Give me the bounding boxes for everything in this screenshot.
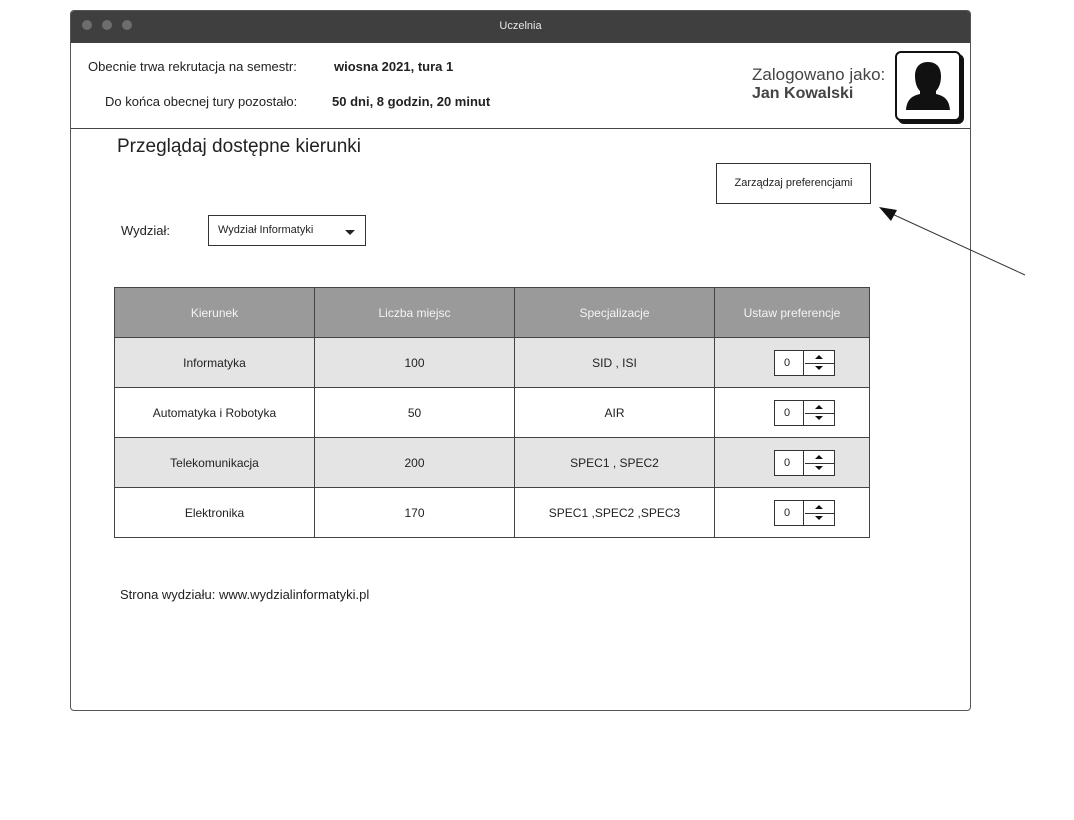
cell-seats: 100 [314,337,515,388]
preference-stepper[interactable]: 0 [774,349,835,376]
department-label: Wydział: [121,223,171,238]
table-row: Elektronika 170 SPEC1 ,SPEC2 ,SPEC3 0 [114,487,870,538]
manage-preferences-button[interactable]: Zarządzaj preferencjami [716,163,871,204]
decrement-button[interactable] [805,513,834,525]
cell-specs: SID , ISI [514,337,715,388]
recruitment-label: Obecnie trwa rekrutacja na semestr: [88,59,297,74]
cell-field-name: Elektronika [114,487,315,538]
column-header-seats: Liczba miejsc [314,287,515,338]
arrow-up-icon [815,354,823,359]
header: Obecnie trwa rekrutacja na semestr: wios… [71,43,970,129]
preference-value[interactable]: 0 [775,350,804,375]
cell-preference: 0 [714,487,870,538]
cell-seats: 50 [314,387,515,438]
fields-table: Kierunek Liczba miejsc Specjalizacje Ust… [114,287,870,538]
recruitment-value: wiosna 2021, tura 1 [334,59,454,74]
cell-preference: 0 [714,387,870,438]
department-select[interactable]: Wydział Informatyki [208,215,366,246]
minimize-window-button[interactable] [102,20,112,30]
cell-seats: 170 [314,487,515,538]
chevron-down-icon [345,230,355,235]
arrow-up-icon [815,404,823,409]
remaining-value: 50 dni, 8 godzin, 20 minut [332,94,491,109]
preference-value[interactable]: 0 [775,400,804,425]
app-window: Uczelnia Obecnie trwa rekrutacja na seme… [70,10,971,711]
remaining-label: Do końca obecnej tury pozostało: [105,94,298,109]
department-selected-value: Wydział Informatyki [218,224,314,236]
table-header-row: Kierunek Liczba miejsc Specjalizacje Ust… [114,287,870,338]
column-header-name: Kierunek [114,287,315,338]
cell-specs: SPEC1 , SPEC2 [514,437,715,488]
preference-value[interactable]: 0 [775,500,804,525]
table-row: Telekomunikacja 200 SPEC1 , SPEC2 0 [114,437,870,488]
arrow-down-icon [815,365,823,370]
preference-stepper[interactable]: 0 [774,499,835,526]
decrement-button[interactable] [805,463,834,475]
close-window-button[interactable] [82,20,92,30]
preference-stepper[interactable]: 0 [774,449,835,476]
window-title: Uczelnia [499,20,542,32]
column-header-preference: Ustaw preferencje [714,287,870,338]
department-website: Strona wydziału: www.wydzialinformatyki.… [120,587,369,602]
logged-in-label: Zalogowano jako: [752,65,886,84]
preference-stepper[interactable]: 0 [774,399,835,426]
arrow-down-icon [815,465,823,470]
preference-value[interactable]: 0 [775,450,804,475]
cell-specs: AIR [514,387,715,438]
cell-field-name: Telekomunikacja [114,437,315,488]
table-row: Automatyka i Robotyka 50 AIR 0 [114,387,870,438]
cell-seats: 200 [314,437,515,488]
table-row: Informatyka 100 SID , ISI 0 [114,337,870,388]
user-name: Jan Kowalski [752,85,854,102]
decrement-button[interactable] [805,363,834,375]
title-bar: Uczelnia [71,11,970,43]
arrow-down-icon [815,515,823,520]
cell-preference: 0 [714,337,870,388]
cell-preference: 0 [714,437,870,488]
arrow-up-icon [815,454,823,459]
column-header-specs: Specjalizacje [514,287,715,338]
cell-specs: SPEC1 ,SPEC2 ,SPEC3 [514,487,715,538]
user-avatar-icon[interactable] [895,51,961,121]
website-link[interactable]: www.wydzialinformatyki.pl [219,587,369,602]
website-label: Strona wydziału: [120,587,216,602]
page-title: Przeglądaj dostępne kierunki [117,136,361,157]
maximize-window-button[interactable] [122,20,132,30]
arrow-down-icon [815,415,823,420]
decrement-button[interactable] [805,413,834,425]
arrow-up-icon [815,504,823,509]
cell-field-name: Informatyka [114,337,315,388]
cell-field-name: Automatyka i Robotyka [114,387,315,438]
